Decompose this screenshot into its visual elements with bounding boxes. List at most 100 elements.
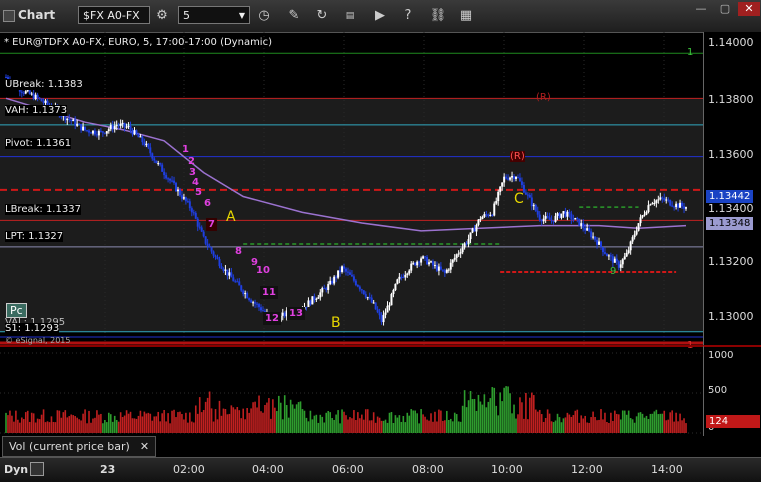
volume-chart[interactable]: [0, 345, 703, 438]
candle-body: [113, 125, 116, 130]
price-axis[interactable]: 1.14000 1.13800 1.13600 1.13400 1.13200 …: [703, 32, 761, 345]
volume-bar: [578, 422, 581, 433]
candle-body: [679, 202, 682, 208]
volume-bar: [657, 414, 660, 433]
candle-body: [329, 280, 332, 285]
data-icon[interactable]: ▤: [340, 6, 360, 26]
candle-body: [439, 266, 442, 270]
candle-body: [86, 130, 89, 132]
candle-body: [400, 276, 403, 278]
candle-body: [465, 243, 468, 245]
volume-bar: [580, 415, 583, 433]
help-icon[interactable]: ?: [398, 6, 418, 26]
volume-bar: [653, 411, 656, 433]
volume-bar: [347, 419, 349, 433]
candle-body: [378, 312, 381, 316]
group-icon[interactable]: ▦: [456, 6, 476, 26]
time-label: 10:00: [491, 463, 523, 476]
volume-bar: [329, 412, 331, 433]
candle-body: [396, 279, 399, 284]
window-title: Chart: [18, 8, 56, 22]
candle-body: [157, 163, 160, 165]
volume-bar: [22, 419, 25, 433]
candle-body: [220, 266, 223, 269]
volume-bar: [64, 410, 67, 433]
candle-body: [5, 77, 7, 79]
seq-7: 7: [206, 218, 217, 231]
candle-body: [443, 270, 446, 273]
volume-bar: [552, 422, 555, 433]
refresh-icon[interactable]: ↻: [312, 6, 332, 26]
volume-bar: [218, 400, 221, 433]
interval-select[interactable]: 5 ▼: [178, 6, 250, 24]
settings-icon[interactable]: ⚙: [152, 6, 172, 26]
volume-bar: [428, 420, 430, 433]
seq-8: 8: [235, 246, 242, 257]
candle-body: [420, 258, 423, 263]
volume-bar: [333, 419, 335, 433]
clock-icon[interactable]: ◷: [254, 6, 274, 26]
volume-bar: [94, 417, 96, 433]
volume-bar: [586, 422, 588, 433]
pencil-icon[interactable]: ✎: [284, 6, 304, 26]
volume-bar: [242, 408, 245, 433]
volume-bar: [685, 423, 687, 433]
candle-body: [645, 212, 648, 215]
volume-bar: [619, 419, 622, 433]
volume-bar: [36, 418, 39, 433]
volume-bar: [631, 419, 634, 433]
candle-body: [317, 297, 320, 299]
candle-body: [111, 125, 114, 130]
candle-body: [422, 256, 425, 259]
price-chart[interactable]: [0, 32, 703, 345]
candle-body: [145, 143, 148, 146]
candle-body: [228, 272, 231, 276]
candle-body: [631, 237, 634, 242]
volume-bar: [384, 419, 387, 433]
volume-bar: [475, 410, 478, 433]
volume-bar: [499, 392, 501, 433]
volume-bar: [665, 420, 668, 433]
close-icon[interactable]: ✕: [140, 440, 149, 453]
link-icon[interactable]: ⛓: [428, 6, 448, 26]
candle-body: [562, 211, 565, 214]
marker-c: C: [514, 191, 524, 207]
volume-bar: [307, 421, 310, 433]
candle-body: [131, 129, 134, 135]
volume-bar: [68, 416, 71, 433]
volume-bar: [125, 410, 128, 433]
time-axis[interactable]: Dyn 23 02:00 04:00 06:00 08:00 10:00 12:…: [0, 457, 761, 482]
maximize-icon[interactable]: ▢: [714, 2, 736, 16]
play-icon[interactable]: ▶: [370, 6, 390, 26]
candle-body: [202, 231, 205, 237]
volume-legend-tab[interactable]: Vol (current price bar) ✕: [2, 436, 157, 457]
candle-body: [449, 262, 452, 270]
candle-body: [305, 306, 308, 308]
volume-bar: [449, 418, 452, 433]
candle-body: [360, 289, 363, 291]
volume-bar: [349, 417, 351, 433]
candle-body: [461, 247, 464, 253]
candle-body: [208, 246, 211, 248]
volume-bar: [133, 418, 136, 433]
volume-bar: [285, 405, 288, 433]
volume-bar: [234, 409, 237, 433]
candle-body: [358, 286, 361, 290]
volume-bar: [594, 416, 596, 433]
candle-body: [437, 266, 440, 271]
volume-bar: [30, 412, 33, 433]
volume-bar: [614, 410, 616, 433]
volume-bar: [283, 395, 286, 433]
volume-bar: [495, 405, 498, 433]
close-icon[interactable]: ✕: [738, 2, 760, 16]
volume-bar: [187, 422, 189, 433]
scale-lock-icon[interactable]: [30, 462, 44, 476]
candle-body: [441, 269, 444, 271]
volume-bar: [230, 405, 233, 433]
minimize-icon[interactable]: —: [690, 2, 712, 16]
candle-body: [343, 266, 346, 269]
volume-bar: [669, 412, 671, 433]
volume-bar: [54, 422, 57, 433]
symbol-input[interactable]: $FX A0-FX: [78, 6, 150, 24]
candle-body: [321, 288, 324, 293]
